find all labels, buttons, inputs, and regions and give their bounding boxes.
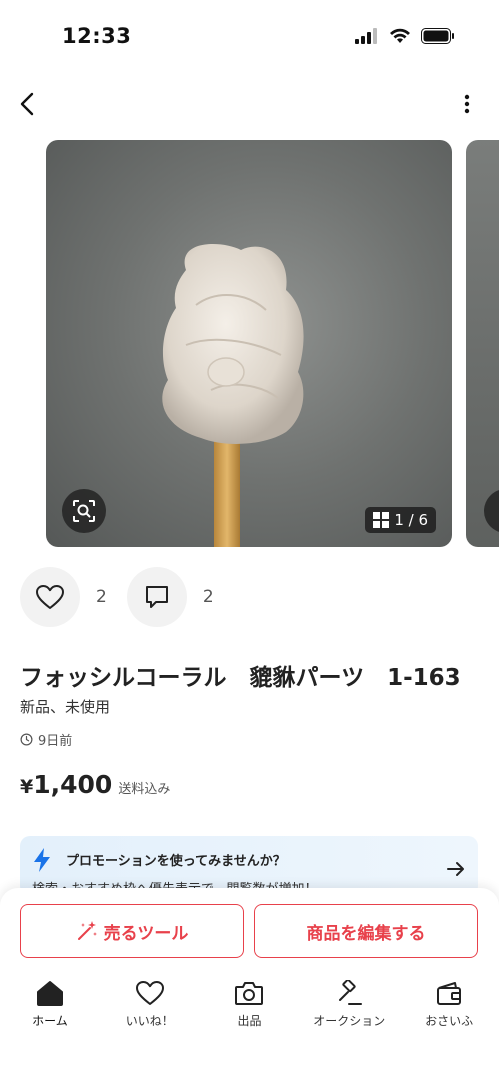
item-condition: 新品、未使用 [20, 698, 111, 716]
lightning-icon [34, 848, 50, 872]
gavel-icon [339, 980, 363, 1005]
tab-wallet[interactable]: おさいふ [399, 980, 499, 1040]
product-photo[interactable]: 1 / 6 [46, 140, 452, 547]
like-count: 2 [96, 587, 107, 607]
next-visual-search-button [484, 489, 499, 533]
item-price: ¥1,400 [20, 770, 112, 799]
more-vertical-icon [464, 94, 470, 114]
item-title: フォッシルコーラル 貔貅パーツ 1-163 [20, 665, 461, 691]
battery-icon [421, 28, 454, 44]
engagement-actions: 2 2 [20, 567, 234, 627]
tab-likes[interactable]: いいね！ [100, 980, 200, 1040]
currency-symbol: ¥ [20, 776, 34, 798]
bottom-panel: 売るツール 商品を編集する ホーム いいね！ 出品 オークション おさいふ [0, 888, 499, 1080]
price-row: ¥1,400 送料込み [20, 770, 170, 799]
status-time: 12:33 [62, 24, 132, 48]
back-button[interactable] [12, 86, 42, 122]
posted-time: 9日前 [20, 730, 72, 749]
photo-counter[interactable]: 1 / 6 [365, 507, 436, 533]
like-button[interactable] [20, 567, 80, 627]
posted-time-text: 9日前 [38, 734, 73, 749]
status-bar: 12:33 [0, 0, 499, 70]
lens-search-icon [73, 500, 95, 522]
edit-item-button[interactable]: 商品を編集する [254, 904, 478, 958]
chevron-left-icon [20, 92, 34, 116]
wifi-icon [390, 28, 410, 43]
arrow-right-icon [447, 862, 464, 876]
home-icon [36, 981, 63, 1006]
tab-bar: ホーム いいね！ 出品 オークション おさいふ [0, 980, 499, 1040]
price-value: 1,400 [33, 770, 113, 799]
grid-icon [373, 512, 390, 528]
photo-carousel[interactable]: 1 / 6 [0, 140, 499, 547]
tab-home-label: ホーム [32, 1014, 68, 1028]
heart-icon [135, 981, 164, 1005]
tab-home[interactable]: ホーム [0, 980, 100, 1040]
visual-search-button[interactable] [62, 489, 106, 533]
tab-listing-label: 出品 [237, 1014, 262, 1028]
camera-icon [235, 982, 264, 1005]
tab-auction[interactable]: オークション [299, 980, 399, 1040]
clock-icon [20, 733, 33, 746]
comment-icon [145, 586, 168, 608]
status-icons [355, 28, 455, 44]
sell-tool-label: 売るツール [103, 923, 189, 944]
wallet-icon [437, 982, 462, 1005]
tab-wallet-label: おさいふ [425, 1014, 474, 1028]
cellular-signal-icon [355, 28, 377, 44]
heart-icon [36, 585, 64, 609]
promotion-title: プロモーションを使ってみませんか？ [66, 854, 286, 869]
tab-likes-label: いいね！ [125, 1014, 174, 1028]
nav-bar [0, 82, 499, 126]
next-photo-preview[interactable] [466, 140, 499, 547]
magic-wand-icon [77, 921, 97, 940]
tab-auction-label: オークション [313, 1014, 386, 1028]
shipping-info: 送料込み [118, 782, 171, 797]
tab-listing[interactable]: 出品 [200, 980, 300, 1040]
promotion-banner[interactable]: プロモーションを使ってみませんか？ 検索・おすすめ枠へ優先表示で、閲覧数が増加！ [20, 836, 478, 896]
comment-count: 2 [202, 587, 214, 607]
comment-button[interactable] [126, 567, 187, 627]
edit-item-label: 商品を編集する [306, 923, 426, 944]
product-image [162, 244, 304, 547]
more-options-button[interactable] [457, 88, 477, 120]
sell-tool-button[interactable]: 売るツール [20, 904, 244, 958]
photo-counter-text: 1 / 6 [394, 511, 428, 529]
